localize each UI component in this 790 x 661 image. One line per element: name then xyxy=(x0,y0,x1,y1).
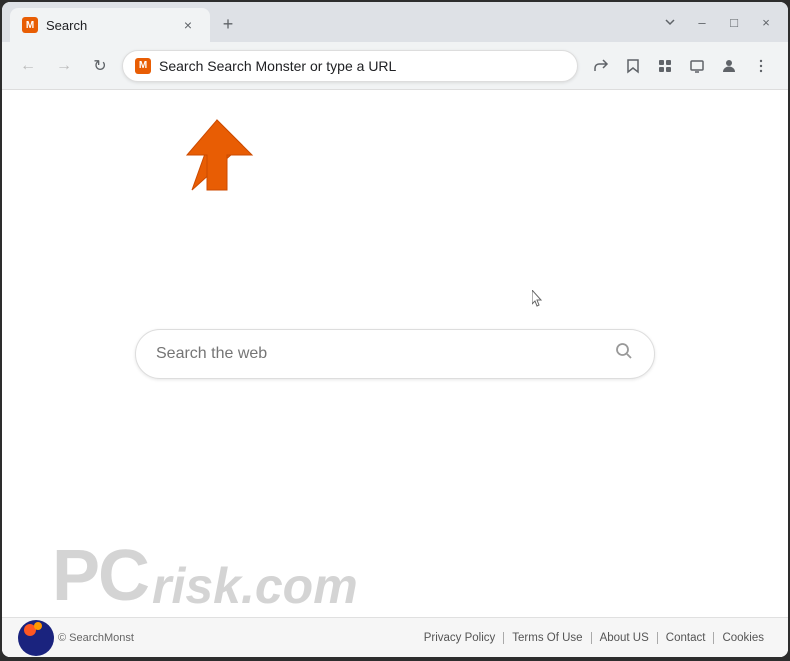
risk-watermark: risk.com xyxy=(152,557,358,615)
mouse-cursor xyxy=(532,290,544,308)
reload-button[interactable]: ↻ xyxy=(86,52,114,80)
address-favicon: M xyxy=(135,58,151,74)
close-window-button[interactable]: × xyxy=(752,8,780,36)
footer-links: Privacy Policy Terms Of Use About US Con… xyxy=(416,632,772,644)
tab-close-button[interactable]: × xyxy=(178,15,198,35)
search-box[interactable] xyxy=(135,329,655,379)
share-button[interactable] xyxy=(586,51,616,81)
address-bar[interactable]: M Search Search Monster or type a URL xyxy=(122,50,578,82)
footer-copyright: © SearchMonst xyxy=(58,632,134,644)
pcRisk-watermark: PC xyxy=(52,535,148,617)
search-submit-button[interactable] xyxy=(614,341,634,366)
forward-button[interactable]: → xyxy=(50,52,78,80)
monster-icon xyxy=(18,620,54,656)
page-footer: © SearchMonst Privacy Policy Terms Of Us… xyxy=(2,617,788,657)
menu-button[interactable] xyxy=(746,51,776,81)
footer-cookies-link[interactable]: Cookies xyxy=(714,632,772,644)
toolbar-icons xyxy=(586,51,776,81)
footer-privacy-link[interactable]: Privacy Policy xyxy=(416,632,505,644)
search-container xyxy=(135,329,655,379)
minimize-button[interactable]: – xyxy=(688,8,716,36)
tab-bar: M Search × + – □ × xyxy=(2,2,788,42)
extensions-button[interactable] xyxy=(650,51,680,81)
tab-search-button[interactable] xyxy=(656,8,684,36)
profile-button[interactable] xyxy=(714,51,744,81)
page-content: © SearchMonst Privacy Policy Terms Of Us… xyxy=(2,90,788,657)
search-input[interactable] xyxy=(156,345,614,363)
bookmark-button[interactable] xyxy=(618,51,648,81)
arrow-graphic xyxy=(182,110,262,200)
browser-window: M Search × + – □ × ← → ↻ xyxy=(2,2,788,657)
address-bar-row: ← → ↻ M Search Search Monster or type a … xyxy=(2,42,788,90)
tab-favicon: M xyxy=(22,17,38,33)
window-controls: – □ × xyxy=(656,8,780,42)
footer-terms-link[interactable]: Terms Of Use xyxy=(504,632,591,644)
footer-about-link[interactable]: About US xyxy=(592,632,658,644)
active-tab[interactable]: M Search × xyxy=(10,8,210,42)
address-text: Search Search Monster or type a URL xyxy=(159,58,565,74)
back-button[interactable]: ← xyxy=(14,52,42,80)
cast-button[interactable] xyxy=(682,51,712,81)
footer-logo-area: © SearchMonst xyxy=(18,620,134,656)
tab-title: Search xyxy=(46,18,170,33)
maximize-button[interactable]: □ xyxy=(720,8,748,36)
footer-contact-link[interactable]: Contact xyxy=(658,632,715,644)
new-tab-button[interactable]: + xyxy=(214,10,242,38)
